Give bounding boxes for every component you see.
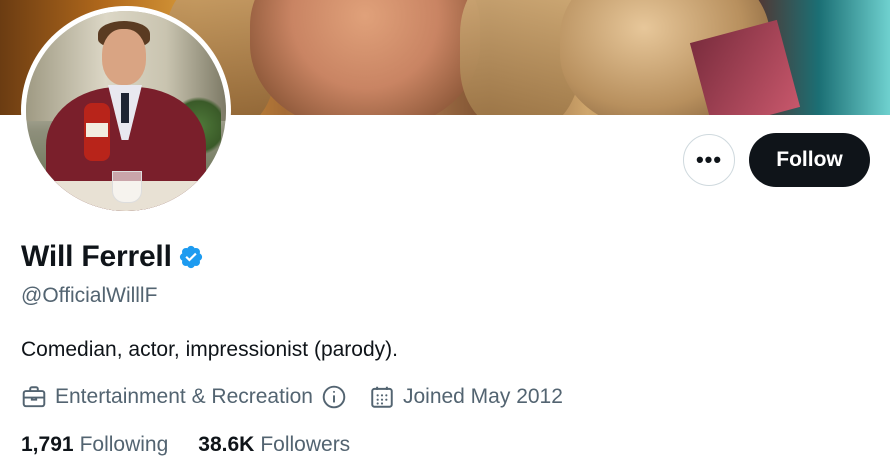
briefcase-icon [22,386,46,408]
more-options-button[interactable]: ••• [683,134,735,186]
calendar-icon [371,386,393,408]
category-label: Entertainment & Recreation [55,385,313,408]
banner-art-face [250,0,480,115]
profile-name: Will Ferrell [21,240,172,273]
profile-meta-row: Entertainment & Recreation Joined May 20… [21,384,563,410]
profile-handle: @OfficialWilllF [21,284,158,307]
profile-stats-row: 1,791 Following 38.6K Followers [21,433,380,457]
profile-name-row: Will Ferrell [21,240,204,274]
avatar-image-tie [121,93,129,123]
profile-page: ••• Follow Will Ferrell @OfficialWilllF … [0,0,890,465]
avatar-image-label [86,123,108,137]
follow-button[interactable]: Follow [749,133,870,187]
followers-count: 38.6K [198,433,255,456]
following-link[interactable]: 1,791 Following [21,433,168,457]
verified-badge-icon[interactable] [178,244,204,270]
following-label: Following [79,433,169,456]
profile-bio: Comedian, actor, impressionist (parody). [21,338,398,361]
followers-label: Followers [260,433,351,456]
avatar-image [26,11,226,211]
following-count: 1,791 [21,433,74,456]
avatar-image-head [102,29,146,85]
followers-link[interactable]: 38.6K Followers [198,433,350,457]
profile-avatar[interactable] [21,6,231,216]
info-icon[interactable] [321,384,347,410]
profile-category: Entertainment & Recreation [21,384,369,410]
profile-joined: Joined May 2012 [369,384,563,410]
joined-label: Joined May 2012 [402,385,563,408]
avatar-image-glass [112,171,142,203]
